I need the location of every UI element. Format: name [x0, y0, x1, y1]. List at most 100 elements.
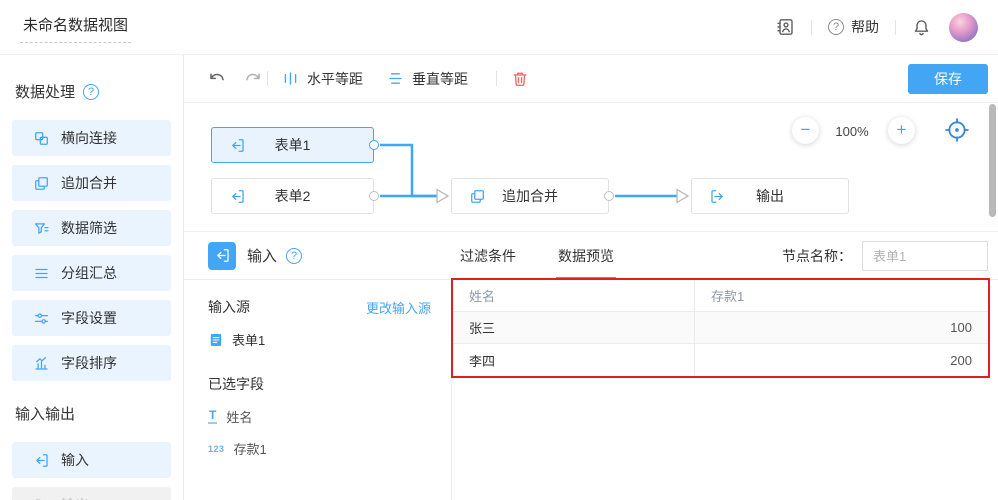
cell-name: 张三	[453, 312, 695, 343]
input-icon	[214, 247, 231, 264]
input-node-badge	[208, 242, 236, 270]
cell-name: 李四	[453, 344, 695, 376]
canvas-toolbar: 水平等距 垂直等距 保存	[184, 55, 998, 103]
node-name-label: 节点名称：	[782, 246, 852, 266]
bell-icon[interactable]	[912, 18, 931, 37]
sidebar-item-label: 字段设置	[61, 308, 117, 328]
table-row: 李四 200	[453, 344, 988, 376]
zoom-level: 100%	[819, 124, 885, 139]
zoom-in-button[interactable]: +	[888, 117, 915, 144]
text-field-icon: T	[208, 409, 217, 424]
panel-title: 输入	[247, 245, 277, 266]
sidebar-item-filter[interactable]: 数据筛选	[12, 210, 171, 246]
horizontal-spacing-label: 水平等距	[307, 69, 363, 89]
form-doc-icon	[208, 332, 224, 348]
input-icon	[33, 452, 50, 469]
header-actions: ? 帮助	[775, 13, 978, 42]
undo-button[interactable]	[207, 69, 226, 88]
delete-button[interactable]	[511, 70, 529, 88]
avatar[interactable]	[949, 13, 978, 42]
annotation-red-box: 姓名 存款1 张三 100 李四 200	[451, 278, 990, 378]
filter-icon	[33, 220, 50, 237]
field-settings-icon	[33, 310, 50, 327]
divider	[267, 71, 268, 86]
app-window: 未命名数据视图 ? 帮助 数据处理 ? 横向连接	[0, 0, 998, 500]
column-header: 姓名	[453, 280, 695, 311]
main-area: 水平等距 垂直等距 保存	[184, 55, 998, 500]
sidebar-item-append-merge[interactable]: 追加合并	[12, 165, 171, 201]
question-circle-icon[interactable]: ?	[83, 84, 99, 100]
question-circle-icon: ?	[828, 19, 844, 35]
table-row: 张三 100	[453, 312, 988, 344]
tab-data-preview[interactable]: 数据预览	[556, 232, 616, 280]
selected-fields-label: 已选字段	[208, 374, 431, 394]
node-label: 表单2	[275, 186, 311, 206]
locate-center-button[interactable]	[944, 117, 970, 143]
divider	[811, 20, 812, 35]
sidebar-item-label: 分组汇总	[61, 263, 117, 283]
node-label: 追加合并	[502, 186, 558, 206]
output-port[interactable]	[604, 191, 614, 201]
group-summary-icon	[33, 265, 50, 282]
page-title[interactable]: 未命名数据视图	[20, 12, 131, 43]
panel-tabs: 过滤条件 数据预览	[458, 232, 654, 280]
question-circle-icon[interactable]: ?	[286, 248, 302, 264]
node-output[interactable]: 输出	[691, 178, 849, 214]
trash-icon	[511, 70, 529, 88]
cell-value: 100	[695, 312, 988, 343]
sidebar-item-group-summary[interactable]: 分组汇总	[12, 255, 171, 291]
sidebar-item-label: 输入	[61, 450, 89, 470]
sidebar-item-label: 数据筛选	[61, 218, 117, 238]
column-header: 存款1	[695, 280, 988, 311]
append-merge-icon	[33, 175, 50, 192]
tab-filter-conditions[interactable]: 过滤条件	[458, 232, 518, 280]
output-icon	[33, 497, 50, 500]
data-preview-area: 姓名 存款1 张三 100 李四 200	[452, 280, 998, 500]
vertical-spacing-button[interactable]: 垂直等距	[387, 69, 468, 89]
output-port[interactable]	[369, 140, 379, 150]
input-icon	[229, 188, 246, 205]
redo-button[interactable]	[244, 69, 263, 88]
node-form1[interactable]: 表单1	[211, 127, 374, 163]
sidebar-item-field-settings[interactable]: 字段设置	[12, 300, 171, 336]
field-name: 存款1	[234, 439, 267, 458]
divider	[496, 71, 497, 86]
cell-value: 200	[695, 344, 988, 376]
source-form-item[interactable]: 表单1	[208, 330, 431, 349]
field-item-name[interactable]: T 姓名	[208, 407, 431, 426]
node-name-group: 节点名称：	[782, 241, 988, 271]
address-book-icon[interactable]	[775, 17, 795, 37]
save-button[interactable]: 保存	[908, 64, 988, 94]
node-label: 输出	[756, 186, 784, 206]
change-source-link[interactable]: 更改输入源	[366, 298, 431, 317]
vertical-spacing-icon	[387, 70, 404, 87]
vertical-scrollbar[interactable]	[989, 104, 996, 217]
input-icon	[229, 137, 246, 154]
field-item-deposit1[interactable]: 123 存款1	[208, 439, 431, 458]
zoom-out-button[interactable]: −	[792, 117, 819, 144]
horizontal-spacing-button[interactable]: 水平等距	[282, 69, 363, 89]
flow-canvas[interactable]: 表单1 表单2 追加合并 输出 − 100%	[184, 103, 998, 232]
sidebar-item-join[interactable]: 横向连接	[12, 120, 171, 156]
number-field-icon: 123	[208, 444, 225, 454]
sidebar-item-label: 字段排序	[61, 353, 117, 373]
undo-icon	[207, 69, 226, 88]
sidebar-item-input[interactable]: 输入	[12, 442, 171, 478]
divider	[895, 20, 896, 35]
sidebar-item-label: 横向连接	[61, 128, 117, 148]
output-port[interactable]	[369, 191, 379, 201]
top-header: 未命名数据视图 ? 帮助	[0, 0, 998, 55]
input-source-panel: 输入源 更改输入源 表单1 已选字段 T 姓名 1	[184, 280, 452, 500]
node-form2[interactable]: 表单2	[211, 178, 374, 214]
node-name-input[interactable]	[862, 241, 988, 271]
sidebar: 数据处理 ? 横向连接 追加合并 数据筛选 分组汇总 字段设置	[0, 55, 184, 500]
help-label: 帮助	[851, 17, 879, 37]
sidebar-item-field-sort[interactable]: 字段排序	[12, 345, 171, 381]
node-append-merge[interactable]: 追加合并	[451, 178, 609, 214]
sidebar-item-label: 输出	[61, 495, 89, 500]
field-sort-icon	[33, 355, 50, 372]
panel-body: 输入源 更改输入源 表单1 已选字段 T 姓名 1	[184, 280, 998, 500]
join-icon	[33, 130, 50, 147]
input-source-label: 输入源	[208, 297, 250, 317]
help-button[interactable]: ? 帮助	[828, 17, 879, 37]
